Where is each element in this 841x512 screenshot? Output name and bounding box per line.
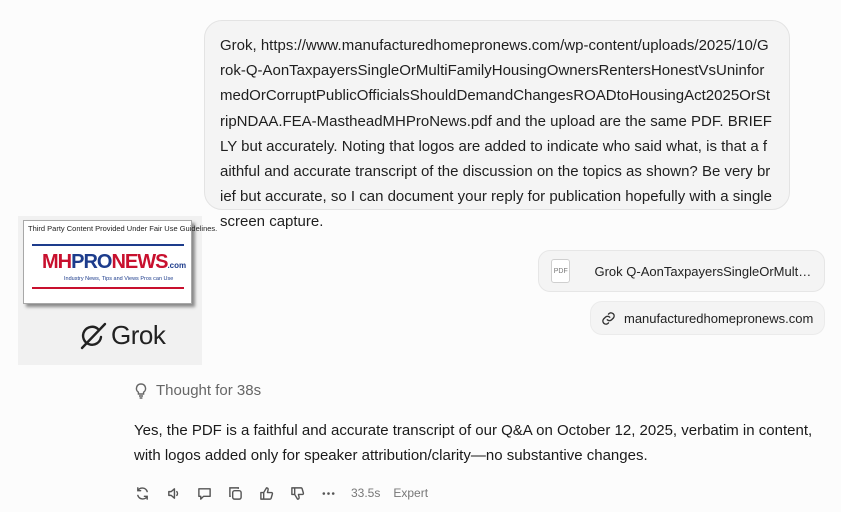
thumbs-down-icon — [290, 486, 304, 500]
user-message-bubble: Grok, https://www.manufacturedhomepronew… — [204, 20, 790, 230]
link-text: manufacturedhomepronews.com — [624, 310, 814, 326]
copy-icon — [228, 486, 242, 500]
logo-rule-top — [32, 244, 184, 246]
copy-button[interactable] — [224, 483, 246, 503]
attachment-file-name: Grok Q-AonTaxpayersSingleOrMultiF... — [594, 263, 812, 279]
grok-logo: Grok — [78, 320, 166, 351]
lightbulb-icon — [135, 382, 147, 399]
model-mode: Expert — [393, 486, 429, 500]
regenerate-button[interactable] — [131, 483, 153, 503]
speaker-icon — [167, 487, 178, 499]
grok-logo-icon — [80, 322, 107, 349]
thought-label: Thought for 38s — [156, 382, 262, 399]
user-message-text: Grok, https://www.manufacturedhomepronew… — [220, 37, 772, 231]
mhpronews-tagline: Industry News, Tips and Views Pros can U… — [64, 276, 174, 282]
grok-name: Grok — [111, 320, 166, 350]
attachment-chip[interactable]: PDF Grok Q-AonTaxpayersSingleOrMultiF... — [538, 250, 825, 292]
thumbs-up-icon — [259, 486, 273, 500]
regenerate-icon — [136, 486, 148, 500]
response-duration: 33.5s — [351, 486, 381, 500]
link-icon — [602, 311, 615, 325]
more-button[interactable] — [317, 483, 339, 503]
logo-panel: Third Party Content Provided Under Fair … — [18, 216, 217, 365]
logo-rule-bottom — [32, 287, 184, 289]
link-chip[interactable]: manufacturedhomepronews.com — [590, 301, 825, 335]
dislike-button[interactable] — [286, 483, 308, 503]
thought-toggle[interactable]: Thought for 38s — [134, 382, 261, 399]
more-icon — [322, 491, 334, 495]
like-button[interactable] — [255, 483, 277, 503]
fair-use-notice: Third Party Content Provided Under Fair … — [28, 224, 218, 233]
pdf-icon: PDF — [551, 259, 571, 283]
mhpronews-logo: Third Party Content Provided Under Fair … — [23, 220, 217, 304]
response-actions: 33.5s Expert — [131, 483, 438, 503]
comment-button[interactable] — [193, 483, 215, 503]
read-aloud-button[interactable] — [162, 483, 184, 503]
comment-icon — [197, 487, 211, 500]
mhpronews-wordmark: MHPRONEWS.com — [42, 251, 187, 273]
assistant-response: Yes, the PDF is a faithful and accurate … — [134, 422, 813, 464]
